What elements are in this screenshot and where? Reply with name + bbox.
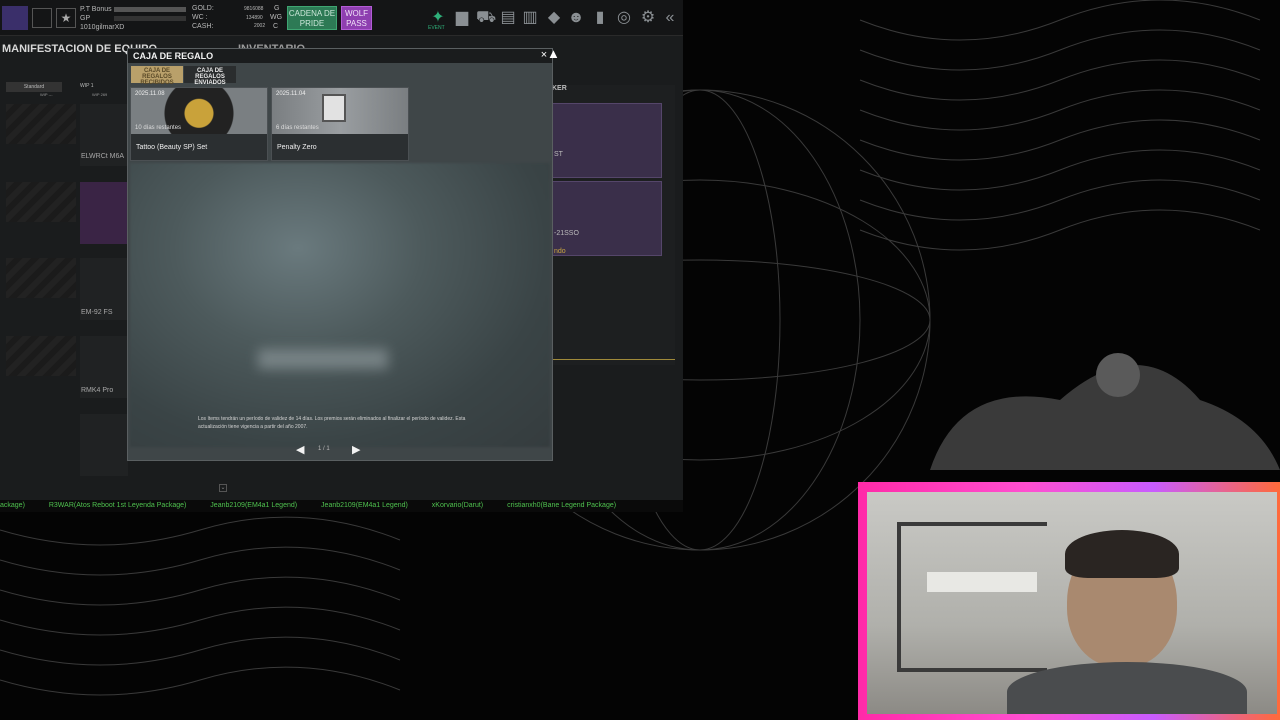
previous-page-button[interactable]: ◀ (296, 443, 304, 456)
clan-badge[interactable] (32, 8, 52, 28)
tab-sent-gifts[interactable]: CAJA DE REGALOS ENVIADOS (184, 66, 236, 86)
penalty-card-icon (322, 94, 346, 122)
star-icon[interactable]: ★ (56, 8, 76, 28)
cash-value: 2002 (254, 23, 266, 29)
gift-days-left: 10 días restantes (135, 125, 182, 131)
ticker-item: cristianxh0(Bane Legend Package) (507, 502, 617, 509)
rank-emblem (2, 6, 28, 30)
gp-bar (114, 16, 186, 21)
divider (552, 359, 675, 360)
cadena-de-pride-button[interactable]: CADENA DE PRIDE (287, 6, 337, 30)
gold-label: GOLD: (192, 5, 214, 12)
pt-bonus-label: P.T Bonus (80, 6, 112, 13)
tab-standard[interactable]: Standard (6, 82, 62, 92)
stats-icon[interactable]: ▮ (590, 8, 610, 28)
locker-weapon-card[interactable] (552, 103, 662, 178)
gp-label: GP (80, 15, 91, 22)
ticker-item: R3WAR(Atos Reboot 1st Leyenda Package) (48, 502, 187, 509)
wip-sub2: WIP 269 (92, 92, 108, 97)
gift-date: 2025.11.08 (135, 91, 165, 97)
game-window: ★ P.T Bonus GP 1010gilmarXD GOLD: WC : C… (0, 0, 683, 500)
scroll-down-icon[interactable]: ⌄ (219, 484, 227, 492)
ranking-icon[interactable]: ▆ (452, 8, 472, 28)
box-icon[interactable]: ◆ (544, 8, 564, 28)
gift-name: Tattoo (Beauty SP) Set (136, 144, 208, 151)
ticker-item: Jeanb2109(EM4a1 Legend) (210, 502, 298, 509)
ticker-item: xKorvario(Darut) (431, 502, 484, 509)
next-page-button[interactable]: ▶ (352, 443, 360, 456)
weapon-name: RMK4 Pro (81, 387, 114, 394)
locker-weapon-card[interactable] (552, 181, 662, 256)
gift-name: Penalty Zero (277, 144, 317, 151)
wolf-pass-button[interactable]: WOLF PASS (341, 6, 372, 30)
exp-bar (114, 7, 186, 12)
gold-unit: G (274, 5, 280, 12)
equip-slot[interactable] (6, 182, 76, 222)
bunk-bed (897, 522, 1047, 672)
person-hair (1065, 530, 1179, 578)
wc-label: WC : (192, 14, 208, 21)
mouse-cursor-icon: ▲ (547, 46, 560, 61)
shop-cart-icon[interactable]: ⛟ (476, 8, 496, 28)
dialog-header: CAJA DE REGALO × (128, 49, 552, 63)
cash-label: CASH: (192, 23, 214, 30)
wc-unit: WG (270, 14, 283, 21)
webcam-feed (867, 492, 1277, 714)
friends-icon[interactable]: ☻ (566, 8, 586, 28)
weapon-card[interactable] (80, 414, 128, 476)
globe-icon[interactable]: ◎ (614, 8, 634, 28)
player-name: 1010gilmarXD (80, 24, 125, 31)
news-ticker: ackage) R3WAR(Atos Reboot 1st Leyenda Pa… (0, 500, 683, 512)
gear-icon[interactable]: ⚙ (638, 8, 658, 28)
tab-received-gifts[interactable]: CAJA DE REGALOS RECIBIDOS (131, 66, 183, 86)
equip-slot[interactable] (6, 336, 76, 376)
event-label: EVENT (428, 25, 445, 31)
bed-sheets (927, 572, 1037, 592)
gift-item[interactable]: 2025.11.04 6 días restantes Penalty Zero (271, 87, 409, 161)
blurred-highlight (258, 349, 388, 369)
weapon-name: EM-92 FS (81, 309, 113, 316)
locker-panel: KER ST -21SSO ndo (552, 85, 675, 365)
dialog-title: CAJA DE REGALO (133, 51, 214, 61)
page-indicator: 1 / 1 (318, 446, 330, 452)
blurred-background (130, 163, 550, 447)
equip-slot[interactable] (6, 258, 76, 298)
back-icon[interactable]: « (660, 8, 680, 28)
gold-value: 9816088 (244, 6, 264, 12)
weapon-name: ELWRCt M6A (81, 153, 125, 160)
locker-weapon-name: -21SSO (554, 230, 579, 237)
locker-tab[interactable]: KER (552, 85, 567, 92)
gift-item[interactable]: 2025.11.08 10 días restantes Tattoo (Bea… (130, 87, 268, 161)
person-shirt (1007, 662, 1247, 714)
tab-wip[interactable]: WIP 1 (80, 83, 94, 89)
cash-unit: C (273, 23, 279, 30)
gift-date: 2025.11.04 (276, 91, 306, 97)
ticker-item: Jeanb2109(EM4a1 Legend) (321, 502, 408, 509)
validity-notice: Los ítems tendrán un período de validez … (198, 416, 466, 430)
wip-sub1: WIP --- (40, 92, 53, 97)
gift-days-left: 6 días restantes (276, 125, 319, 131)
inventory-icon[interactable]: ▥ (520, 8, 540, 28)
storage-icon[interactable]: ▤ (498, 8, 518, 28)
gift-box-dialog: CAJA DE REGALO × CAJA DE REGALOS RECIBID… (127, 48, 553, 461)
locker-weapon-name: ndo (554, 248, 566, 255)
ticker-item: ackage) (0, 502, 25, 509)
top-bar: ★ P.T Bonus GP 1010gilmarXD GOLD: WC : C… (0, 0, 683, 36)
locker-weapon-name: ST (554, 151, 563, 158)
equip-slot[interactable] (6, 104, 76, 144)
weapon-card[interactable] (80, 182, 128, 244)
